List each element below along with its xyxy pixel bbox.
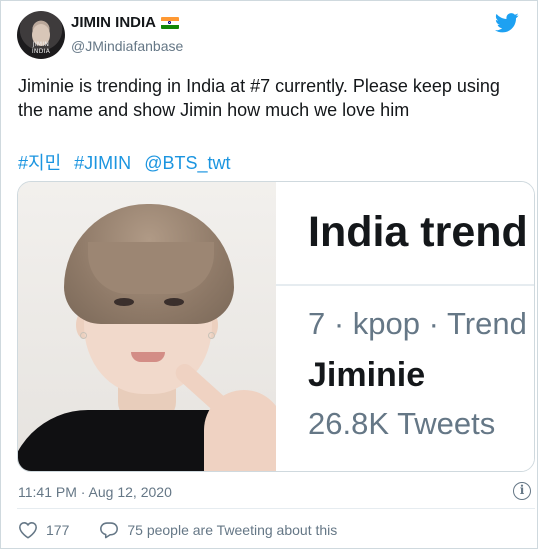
heart-icon[interactable] [18, 521, 38, 539]
mention-bts[interactable]: @BTS_twt [144, 153, 230, 173]
twitter-bird-icon[interactable] [495, 13, 519, 33]
india-flag-icon [161, 16, 180, 29]
tweet-card: JIMIN INDIA JIMIN INDIA @JMindiafanbase … [0, 0, 538, 549]
hashtag-jimin-korean[interactable]: #지민 [18, 153, 61, 173]
hashtag-jimin[interactable]: #JIMIN [74, 153, 131, 173]
trend-meta: 7 · kpop · Trend [308, 306, 527, 341]
trend-count: 26.8K Tweets [308, 406, 496, 441]
like-count[interactable]: 177 [46, 522, 69, 538]
jimin-photo[interactable] [18, 182, 276, 471]
avatar[interactable]: JIMIN INDIA [17, 11, 65, 59]
timestamp[interactable]: 11:41 PM · Aug 12, 2020 [18, 484, 172, 500]
handle[interactable]: @JMindiafanbase [71, 38, 183, 54]
trend-divider [276, 284, 534, 286]
author-name-row[interactable]: JIMIN INDIA [71, 14, 180, 31]
tweeting-about-link[interactable]: 75 people are Tweeting about this [127, 522, 337, 538]
speech-bubble-icon[interactable] [99, 521, 119, 539]
info-icon[interactable]: i [513, 482, 531, 500]
tweet-media[interactable]: India trend 7 · kpop · Trend Jiminie 26.… [17, 181, 535, 472]
display-name[interactable]: JIMIN INDIA [71, 14, 156, 31]
trend-screenshot[interactable]: India trend 7 · kpop · Trend Jiminie 26.… [276, 182, 534, 471]
hashtag-row: #지민 #JIMIN @BTS_twt [18, 149, 238, 175]
avatar-watermark: JIMIN INDIA [31, 41, 51, 55]
action-bar: 177 75 people are Tweeting about this [18, 521, 337, 539]
footer-divider [17, 508, 535, 509]
trend-name: Jiminie [308, 356, 426, 394]
trend-title: India trend [308, 208, 528, 256]
tweet-text: Jiminie is trending in India at #7 curre… [18, 76, 500, 120]
